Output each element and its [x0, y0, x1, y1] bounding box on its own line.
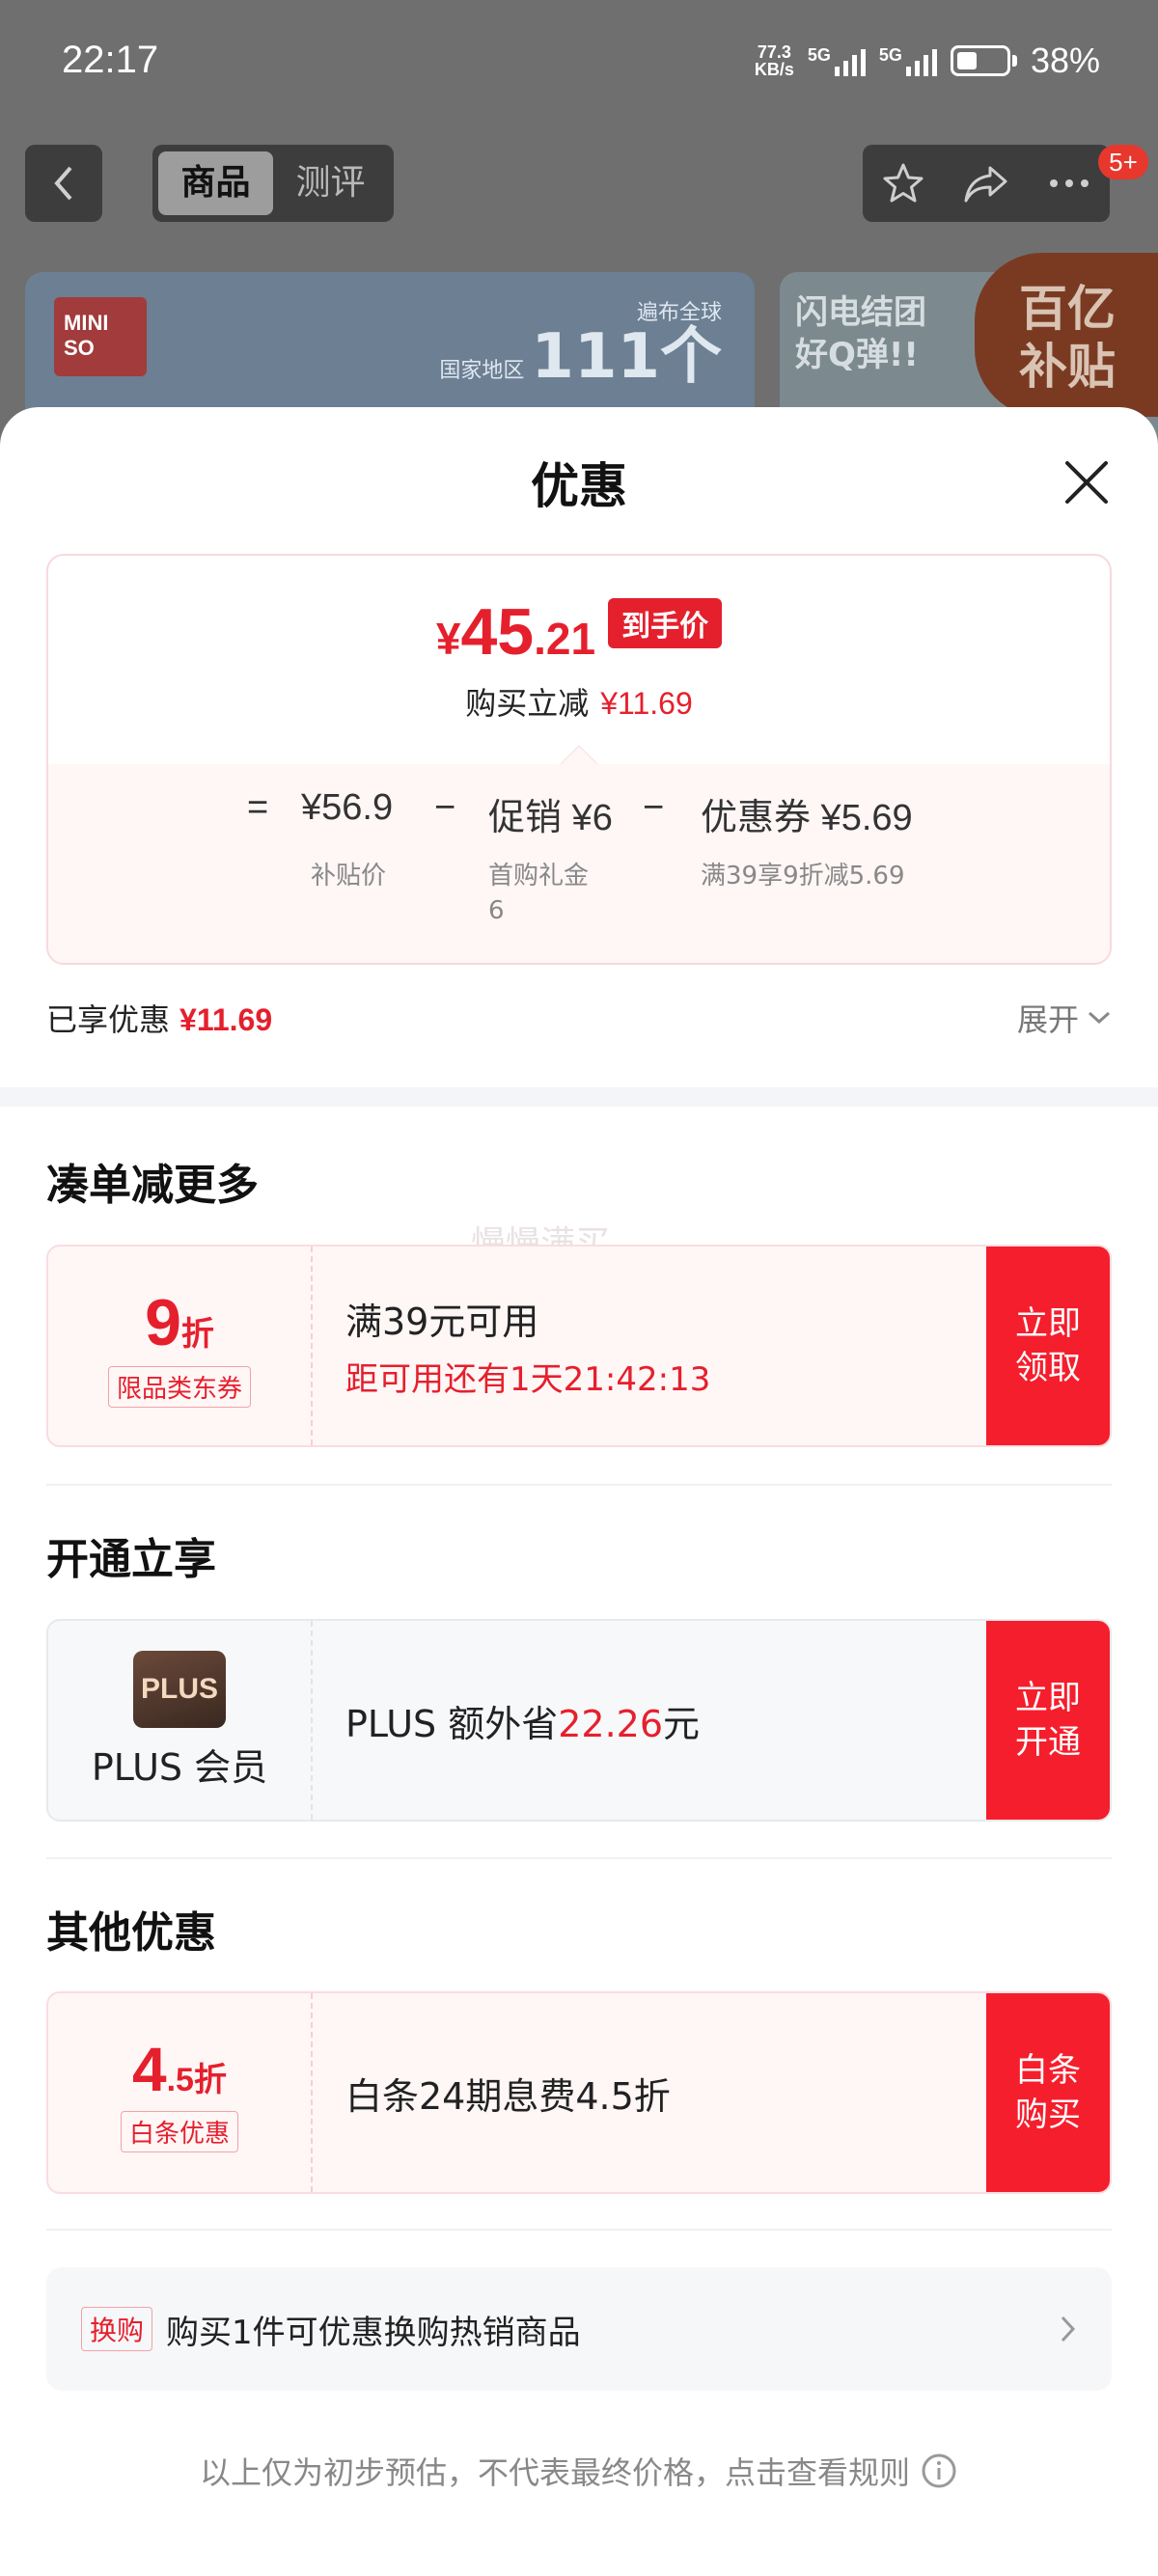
coupon-countdown: 距可用还有1天21:42:13 — [345, 1360, 711, 1399]
section-divider — [0, 1087, 1158, 1107]
tab-switcher: 商品 测评 — [152, 145, 394, 222]
price-breakdown: = ¥56.9 补贴价 − 促销 ¥6 首购礼金 6 − 优惠券 ¥5.69 满… — [48, 764, 1110, 963]
message-badge: 5+ — [1098, 145, 1148, 179]
plus-name: PLUS 会员 — [91, 1745, 268, 1789]
miniso-logo: MINI SO — [54, 297, 147, 376]
baitiao-buy-button[interactable]: 白条 购买 — [986, 1993, 1110, 2192]
baitiao-offer: 白条24期息费4.5折 — [345, 2074, 671, 2118]
calc-minus: − — [434, 787, 456, 828]
coupon-condition: 满39元可用 — [345, 1301, 539, 1343]
info-icon — [922, 2453, 956, 2488]
footnote[interactable]: 以上仅为初步预估，不代表最终价格，点击查看规则 — [0, 2449, 1158, 2493]
chevron-down-icon — [1088, 1011, 1111, 1025]
tab-product[interactable]: 商品 — [158, 151, 273, 215]
sheet-title: 优惠 — [531, 458, 627, 514]
promo-label: 首购礼金 6 — [488, 862, 590, 925]
coupon-card-jd: 9折 限品类东券 满39元可用 距可用还有1天21:42:13 立即 领取 — [46, 1245, 1112, 1447]
signal-icon-2: 5G — [879, 45, 937, 76]
trade-in-bar[interactable]: 换购 购买1件可优惠换购热销商品 — [46, 2267, 1112, 2391]
status-time: 22:17 — [62, 39, 159, 81]
status-icons: 77.3 KB/s 5G 5G 38% — [755, 41, 1100, 81]
signal-icon: 5G — [808, 45, 866, 76]
expand-button[interactable]: 展开 — [1017, 996, 1112, 1040]
more-icon[interactable] — [1046, 176, 1092, 191]
status-bar: 22:17 77.3 KB/s 5G 5G 38% — [0, 0, 1158, 131]
back-icon — [54, 166, 72, 201]
battery-icon — [950, 45, 1010, 76]
trade-in-tag: 换购 — [81, 2307, 153, 2351]
star-icon[interactable] — [880, 160, 926, 206]
close-icon[interactable] — [1060, 455, 1114, 509]
section-title-plus: 开通立享 — [46, 1535, 216, 1584]
calc-minus-2: − — [643, 787, 665, 828]
nav-actions — [863, 145, 1110, 222]
final-price-tag: 到手价 — [608, 598, 723, 648]
plus-card: PLUS PLUS 会员 PLUS 额外省22.26元 立即 开通 — [46, 1619, 1112, 1822]
final-price: ¥45.21 到手价 — [48, 594, 1110, 670]
section-title-other: 其他优惠 — [46, 1908, 216, 1958]
calc-equals: = — [247, 787, 269, 828]
coupon-amount: 优惠券 ¥5.69 — [701, 798, 913, 838]
subsidy-badge: 百亿 补贴 — [975, 253, 1158, 417]
battery-percent: 38% — [1030, 41, 1100, 80]
coupon-discount: 9折 限品类东券 — [48, 1247, 313, 1445]
tab-review[interactable]: 测评 — [273, 151, 388, 215]
reduce-line: 购买立减 ¥11.69 — [465, 685, 693, 722]
enjoyed-discount: 已享优惠 ¥11.69 — [46, 1001, 273, 1038]
share-icon[interactable] — [961, 160, 1011, 206]
plus-saving: PLUS 额外省22.26元 — [345, 1702, 701, 1745]
plus-logo-icon: PLUS — [133, 1650, 226, 1728]
back-button[interactable] — [25, 145, 102, 222]
open-plus-button[interactable]: 立即 开通 — [986, 1621, 1110, 1820]
chevron-right-icon — [1061, 2316, 1076, 2343]
promo-amount: 促销 ¥6 — [488, 798, 613, 838]
section-title-bundle: 凑单减更多 — [46, 1161, 259, 1210]
network-speed: 77.3 KB/s — [754, 42, 794, 79]
coupon-tag: 限品类东券 — [107, 1365, 251, 1408]
discount-sheet: 优惠 ¥45.21 到手价 购买立减 ¥11.69 = ¥56.9 补贴价 − 促… — [0, 407, 1158, 2576]
base-price-label: 补贴价 — [311, 862, 387, 891]
claim-coupon-button[interactable]: 立即 领取 — [986, 1247, 1110, 1445]
price-card: ¥45.21 到手价 购买立减 ¥11.69 = ¥56.9 补贴价 − 促销 ¥… — [46, 554, 1112, 965]
banner-stat: 遍布全球 国家地区 111个 — [439, 301, 722, 393]
baitiao-card: 4.5折 白条优惠 白条24期息费4.5折 白条 购买 — [46, 1991, 1112, 2194]
base-price: ¥56.9 — [301, 787, 394, 828]
trade-in-text: 购买1件可优惠换购热销商品 — [166, 2313, 581, 2352]
coupon-label: 满39享9折减5.69 — [701, 862, 905, 891]
baitiao-tag: 白条优惠 — [120, 2110, 238, 2152]
